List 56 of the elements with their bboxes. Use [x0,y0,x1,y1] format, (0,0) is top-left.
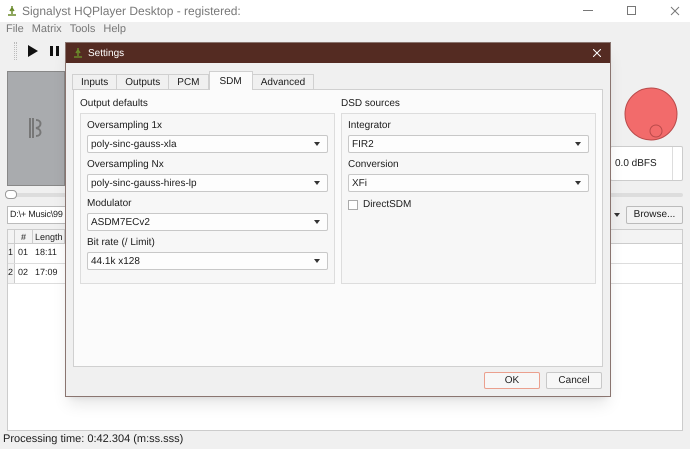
dropdown-arrow-icon [314,259,320,263]
app-icon [72,47,84,59]
field-label: Modulator [87,197,132,211]
tab[interactable]: SDM [208,71,253,90]
dropdown[interactable]: poly-sinc-gauss-hires-lp [87,174,328,192]
play-icon[interactable] [27,44,39,57]
field-label: Oversampling Nx [87,158,165,172]
menu-item[interactable]: Help [103,21,126,38]
tab[interactable]: Inputs [72,74,118,90]
status-text: Processing time: 0:42.304 (m:ss.sss) [2,432,184,448]
dropdown[interactable]: FIR2 [348,135,589,153]
dropdown[interactable]: ASDM7ECv2 [87,213,328,231]
dropdown-arrow-icon [314,181,320,185]
dropdown-arrow-icon [575,181,581,185]
table-cell-text: 01 [17,246,30,260]
field-label: Conversion [348,158,400,172]
group-title: DSD sources [341,97,401,111]
clef-icon [28,117,44,140]
column-header[interactable]: # [15,230,33,243]
dropdown-arrow-icon [314,142,320,146]
field-label: Integrator [348,119,392,133]
tab[interactable]: Outputs [116,74,170,90]
slider-handle[interactable] [5,190,17,199]
menu-item[interactable]: Tools [70,21,96,38]
dropdown-arrow-icon[interactable] [614,212,620,217]
menu-item[interactable]: File [6,21,24,38]
dropdown[interactable]: 44.1k x128 [87,252,328,270]
row-number: 2 [8,264,15,283]
browse-button[interactable]: Browse... [626,206,683,224]
pause-icon[interactable] [49,44,61,57]
tab[interactable]: Advanced [252,74,314,90]
dialog-title: Settings [88,46,124,60]
maximize-icon[interactable] [627,6,636,16]
dropdown-arrow-icon [314,220,320,224]
table-cell-text: 17:09 [34,266,59,280]
field-label: Oversampling 1x [87,119,164,133]
tab[interactable]: PCM [168,74,209,90]
dropdown[interactable]: XFi [348,174,589,192]
window-title: Signalyst HQPlayer Desktop - registered: [22,2,241,20]
dialog-button[interactable]: OK [484,372,540,389]
checkbox-label: DirectSDM [363,198,412,212]
dropdown-arrow-icon [575,142,581,146]
minimize-icon[interactable] [583,10,593,12]
table-cell-text: 18:11 [34,246,58,260]
table-cell-text: 02 [17,266,30,280]
dialog-button[interactable]: Cancel [546,372,602,389]
checkbox[interactable] [348,200,358,210]
path-text: D:\+ Music\99 [9,208,63,221]
menu-item[interactable]: Matrix [32,21,62,38]
field-label: Bit rate (/ Limit) [87,236,156,250]
volume-spinbox[interactable]: 0.0 dBFS [610,146,683,181]
dropdown[interactable]: poly-sinc-gauss-xla [87,135,328,153]
volume-reading: 0.0 dBFS [614,156,658,171]
row-number: 1 [8,244,15,263]
app-icon [6,4,18,17]
group-title: Output defaults [80,97,149,111]
